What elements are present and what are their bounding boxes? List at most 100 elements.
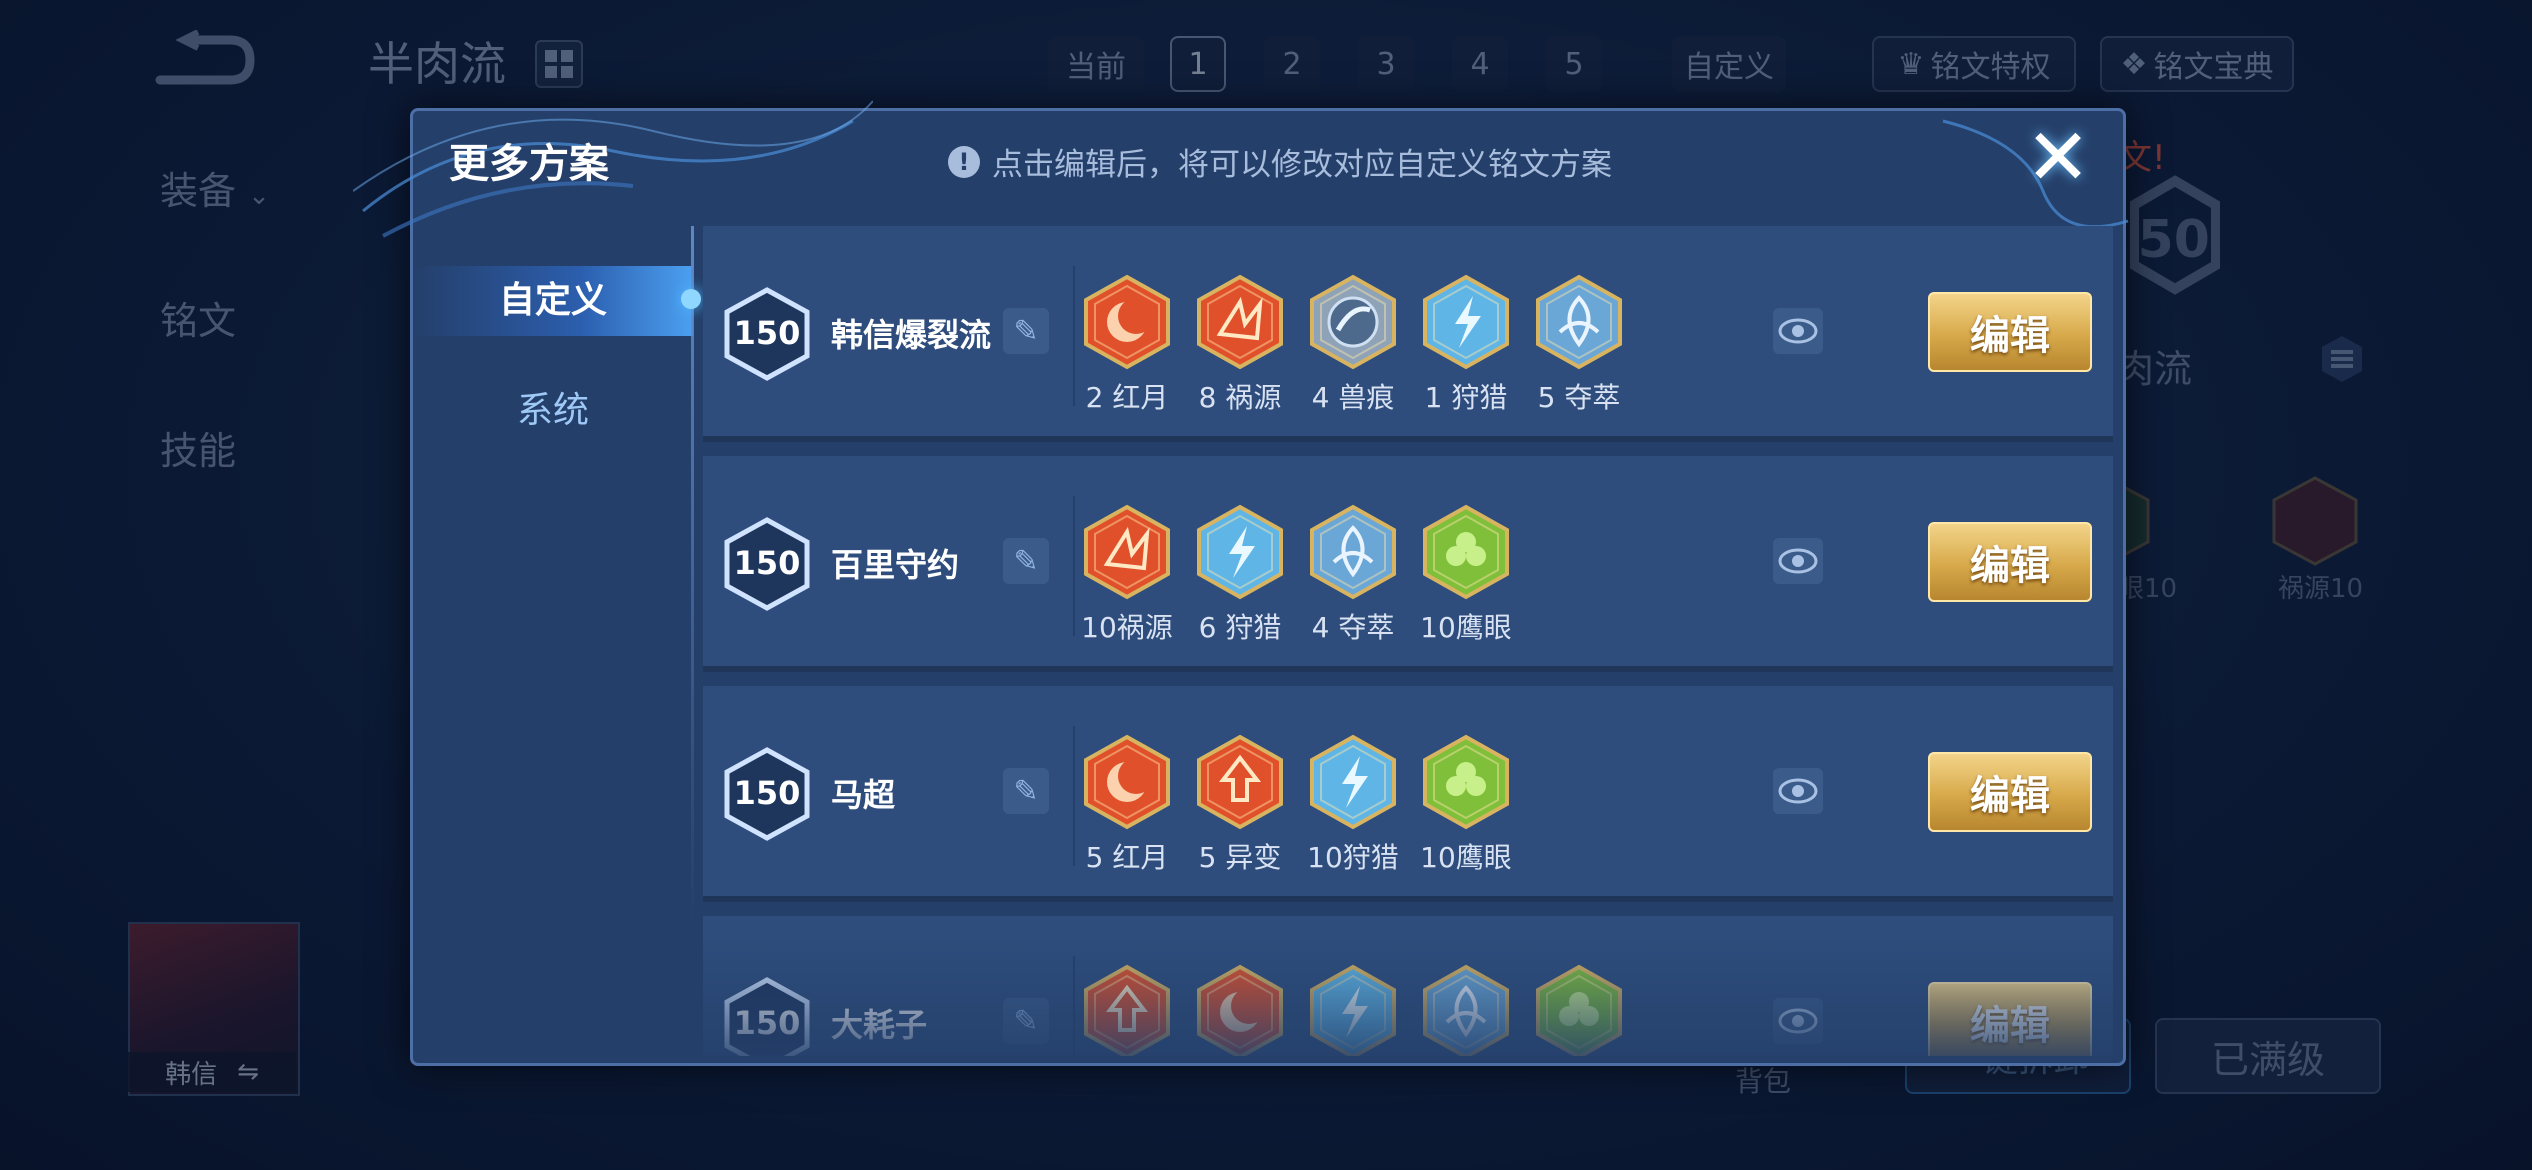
rune-slot — [1073, 964, 1181, 1056]
rune-background-icon — [2270, 476, 2360, 566]
rune-slot: 10鹰眼 — [1412, 504, 1520, 646]
tab-system[interactable]: 系统 — [413, 381, 693, 433]
shards-icon — [1186, 274, 1294, 370]
plan-row: 150 马超 ✎ 5 红月 5 异变 10狩猎 10鹰眼 编辑 — [703, 686, 2113, 902]
rename-pen-icon[interactable]: ✎ — [1003, 998, 1049, 1044]
hero-name-bar[interactable]: 韩信 ⇋ — [128, 1052, 296, 1092]
rename-pen-icon[interactable]: ✎ — [1003, 538, 1049, 584]
edit-button[interactable]: 编辑 — [1928, 752, 2092, 832]
tab-rail — [691, 226, 694, 926]
tab-page-2[interactable]: 2 — [1264, 36, 1320, 92]
rune-count-label: 8 祸源 — [1198, 381, 1282, 414]
plan-name: 百里守约 — [831, 546, 960, 584]
preview-eye-icon[interactable] — [1773, 538, 1823, 584]
knot-icon — [1525, 274, 1633, 370]
rune-slot — [1412, 964, 1520, 1056]
moon-icon — [1186, 964, 1294, 1056]
rename-pen-icon[interactable]: ✎ — [1003, 768, 1049, 814]
plan-tabs: 当前 1 2 3 4 5 自定义 — [1048, 36, 1786, 92]
bolt-icon — [1186, 504, 1294, 600]
moon-icon — [1073, 734, 1181, 830]
knot-icon — [1412, 964, 1520, 1056]
rename-pen-icon[interactable]: ✎ — [1003, 308, 1049, 354]
tab-page-4[interactable]: 4 — [1452, 36, 1508, 92]
rune-slot — [1525, 964, 1633, 1056]
rune-slot: 6 狩猎 — [1186, 504, 1294, 646]
tab-page-1[interactable]: 1 — [1170, 36, 1226, 92]
rune-count-label: 10鹰眼 — [1420, 841, 1512, 874]
rune-count-label: 4 兽痕 — [1311, 381, 1395, 414]
rune-count-label: 5 异变 — [1198, 841, 1282, 874]
info-icon: ! — [948, 145, 980, 178]
bolt-icon — [1299, 734, 1407, 830]
rune-slot: 4 兽痕 — [1299, 274, 1407, 416]
rune-slot: 5 异变 — [1186, 734, 1294, 876]
swap-icon: ⇋ — [237, 1057, 259, 1087]
level-badge: 150 — [723, 746, 811, 842]
privilege-button[interactable]: ♛ 铭文特权 — [1872, 36, 2076, 92]
claw-icon — [1299, 274, 1407, 370]
sidebar-item-skills[interactable]: 技能 — [160, 420, 236, 475]
bag-label[interactable]: 背包 — [1735, 1060, 1791, 1100]
rune-slot: 10祸源 — [1073, 504, 1181, 646]
sidebar-item-inscription[interactable]: 铭文 — [160, 290, 236, 345]
edit-button[interactable]: 编辑 — [1928, 982, 2092, 1056]
bolt-icon — [1299, 964, 1407, 1056]
level-number: 150 — [733, 774, 801, 812]
rune-count-label: 10鹰眼 — [1420, 611, 1512, 644]
plan-row: 150 大耗子 ✎ 编辑 — [703, 916, 2113, 1056]
arrow-icon — [1073, 964, 1181, 1056]
max-level-button: 已满级 — [2155, 1018, 2381, 1094]
rune-slot: 5 夺萃 — [1525, 274, 1633, 416]
plan-list[interactable]: 150 韩信爆裂流 ✎ 2 红月 8 祸源 4 兽痕 1 狩猎 5 夺萃 编辑 … — [703, 226, 2113, 1056]
rune-count-label: 6 狩猎 — [1198, 611, 1282, 644]
preview-eye-icon[interactable] — [1773, 768, 1823, 814]
bolt-icon — [1412, 274, 1520, 370]
grid-icon[interactable] — [535, 40, 583, 88]
edit-button[interactable]: 编辑 — [1928, 522, 2092, 602]
tab-custom[interactable]: 自定义 — [413, 266, 693, 336]
rune-count-label: 2 红月 — [1085, 381, 1169, 414]
more-plans-dialog: 更多方案 ! 点击编辑后，将可以修改对应自定义铭文方案 ✕ 自定义 系统 150… — [353, 100, 2129, 1066]
tab-page-3[interactable]: 3 — [1358, 36, 1414, 92]
crown-icon: ♛ — [1897, 46, 1925, 82]
close-button[interactable]: ✕ — [2023, 119, 2093, 197]
plan-name: 韩信爆裂流 — [831, 316, 992, 354]
rune-count-label: 5 红月 — [1085, 841, 1169, 874]
dialog-title: 更多方案 — [449, 141, 609, 187]
preview-eye-icon[interactable] — [1773, 998, 1823, 1044]
rune-slot: 8 祸源 — [1186, 274, 1294, 416]
plan-name-fragment: 肉流 — [2116, 347, 2193, 391]
list-icon[interactable] — [2320, 334, 2364, 382]
level-badge: 150 — [723, 286, 811, 382]
rune-count-label: 4 夺萃 — [1311, 611, 1395, 644]
preview-eye-icon[interactable] — [1773, 308, 1823, 354]
rune-count-label: 10狩猎 — [1307, 841, 1399, 874]
tab-custom[interactable]: 自定义 — [1672, 36, 1786, 92]
plan-title: 半肉流 — [368, 37, 506, 91]
rune-slot: 1 狩猎 — [1412, 274, 1520, 416]
clover-icon — [1525, 964, 1633, 1056]
back-button[interactable] — [150, 29, 260, 90]
rune-slot: 10鹰眼 — [1412, 734, 1520, 876]
rune-count-label: 5 夺萃 — [1537, 381, 1621, 414]
active-tab-dot-icon — [681, 289, 701, 309]
rune-slot — [1299, 964, 1407, 1056]
rune-slot: 4 夺萃 — [1299, 504, 1407, 646]
clover-icon — [1412, 504, 1520, 600]
chevron-down-icon: ⌄ — [248, 181, 270, 211]
codex-button[interactable]: ❖ 铭文宝典 — [2100, 36, 2294, 92]
sidebar-item-equipment[interactable]: 装备 ⌄ — [160, 160, 270, 215]
level-badge: 150 — [723, 516, 811, 612]
level-number: 150 — [733, 544, 801, 582]
rune-count-label: 1 狩猎 — [1424, 381, 1508, 414]
book-icon: ❖ — [2120, 46, 2148, 82]
rune-fragment-2: 祸源10 — [2278, 574, 2364, 604]
edit-button[interactable]: 编辑 — [1928, 292, 2092, 372]
plan-name: 马超 — [831, 776, 896, 814]
tab-page-5[interactable]: 5 — [1546, 36, 1602, 92]
level-badge: 150 — [723, 976, 811, 1056]
rune-slot: 10狩猎 — [1299, 734, 1407, 876]
level-ring-icon: 50 — [2129, 175, 2221, 295]
plan-name: 大耗子 — [831, 1006, 928, 1044]
